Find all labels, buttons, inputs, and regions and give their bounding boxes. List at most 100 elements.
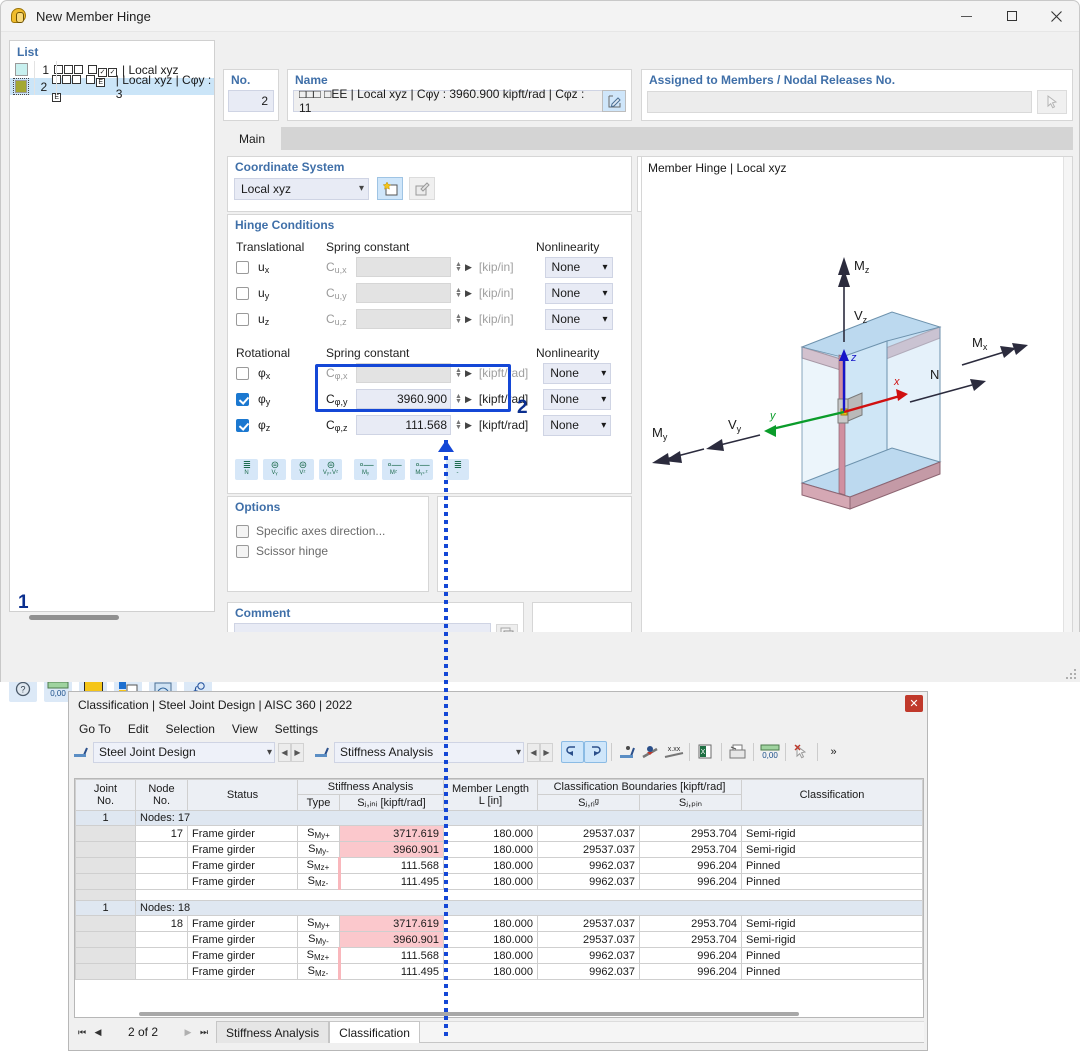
next-result-icon[interactable] (584, 741, 607, 763)
print-icon[interactable] (726, 741, 749, 763)
expand-uy-icon[interactable]: ▶ (465, 288, 472, 299)
spinner-phiz[interactable]: ▲ ▼ (455, 419, 462, 431)
minimize-button[interactable] (944, 1, 989, 32)
classification-close-button[interactable]: ✕ (905, 695, 923, 712)
table-horizontal-scrollbar[interactable] (77, 1010, 917, 1018)
table-row[interactable]: Frame girder SMz- 111.495 180.000 9962.037 99… (75, 963, 923, 980)
preset-vy-button[interactable]: ⊜ Vᵧ (263, 459, 286, 480)
table-row[interactable]: Frame girder SMz+ 111.568 180.000 9962.037 99… (75, 857, 923, 874)
more-icon[interactable]: » (822, 741, 845, 763)
next-table-button[interactable]: ▶ (540, 742, 553, 762)
checkbox-phiy[interactable] (236, 392, 249, 406)
nonlinearity-ux-select[interactable]: None ▾ (544, 256, 613, 278)
maximize-button[interactable] (989, 1, 1034, 32)
table-row[interactable]: 17 Frame girder SMy+ 3717.619 180.000 29537.0… (75, 825, 923, 842)
checkbox-phix[interactable] (236, 366, 249, 380)
list-item[interactable]: 2 EE | Local xyz | Cφy : 3 (10, 73, 214, 102)
checkbox-ux[interactable] (236, 260, 249, 274)
preview-panel[interactable]: Member Hinge | Local xyz z x y Mz Vz N M… (641, 156, 1073, 653)
hinge-list[interactable]: 1 ✓ ✓ | Local xyz 2 EE | Local xyz | Cφy … (10, 61, 214, 102)
svg-text:0,00: 0,00 (50, 689, 66, 698)
resize-grip[interactable] (1066, 669, 1076, 679)
tab-classification[interactable]: Classification (329, 1021, 420, 1043)
new-coordinate-system-icon[interactable] (377, 177, 403, 200)
cell-member-length: 180.000 (443, 857, 538, 874)
spinner-uy[interactable]: ▲ ▼ (455, 287, 462, 299)
table-row[interactable]: Frame girder SMz+ 111.568 180.000 9962.037 99… (75, 947, 923, 964)
preset-none-button[interactable]: ≣ - (446, 459, 469, 480)
number-label: No. (231, 73, 251, 87)
close-button[interactable] (1034, 1, 1079, 32)
spring-constant-uy[interactable] (356, 283, 451, 303)
menu-selection[interactable]: Selection (166, 722, 215, 736)
pointer-icon[interactable] (790, 741, 813, 763)
table-row[interactable]: Frame girder SMy- 3960.901 180.000 29537.037… (75, 841, 923, 858)
first-page-icon[interactable]: ⏮ (74, 1023, 90, 1041)
preset-vz-button[interactable]: ⊜ Vᶻ (291, 459, 314, 480)
next-category-button[interactable]: ▶ (291, 742, 304, 762)
checkbox-phiz[interactable] (236, 418, 249, 432)
decimals-icon[interactable]: x.xx (662, 741, 685, 763)
list-horizontal-scrollbar[interactable] (9, 612, 215, 625)
edit-name-icon[interactable] (602, 90, 626, 112)
assigned-field[interactable] (647, 91, 1032, 113)
checkbox-scissor-hinge[interactable] (236, 544, 249, 558)
list-item-glyphs: EE (52, 72, 112, 102)
menu-edit[interactable]: Edit (128, 722, 149, 736)
unit-phiz: [kipft/rad] (478, 418, 529, 432)
expand-uz-icon[interactable]: ▶ (465, 314, 472, 325)
menu-go-to[interactable]: Go To (79, 722, 111, 736)
option-scissor-hinge[interactable]: Scissor hinge (228, 541, 428, 561)
result-category-select[interactable]: Steel Joint Design ▾ (93, 741, 275, 763)
previous-result-icon[interactable] (561, 741, 584, 763)
table-row[interactable]: Frame girder SMy- 3960.901 180.000 29537.037… (75, 931, 923, 948)
nonlinearity-phiz-select[interactable]: None ▾ (543, 414, 612, 436)
checkbox-specific-axes[interactable] (236, 524, 249, 538)
last-page-icon[interactable]: ⏭ (196, 1023, 212, 1041)
table-group-row[interactable]: 1 Nodes: 17 (75, 810, 923, 826)
preset-my-button[interactable]: ∘— Mᵧ (354, 459, 377, 480)
preset-my-mz-button[interactable]: ∘— Mᵧ₊ᶻ (410, 459, 433, 480)
joint-design-icon[interactable] (616, 741, 639, 763)
number-field[interactable]: 2 (228, 90, 274, 112)
next-page-icon[interactable]: ▶ (180, 1023, 196, 1041)
graph-icon[interactable] (639, 741, 662, 763)
previous-page-icon[interactable]: ◀ (90, 1023, 106, 1041)
pick-in-model-icon[interactable] (1037, 90, 1067, 114)
table-row[interactable]: 18 Frame girder SMy+ 3717.619 180.000 29537.0… (75, 915, 923, 932)
nonlinearity-uz-select[interactable]: None ▾ (544, 308, 613, 330)
expand-ux-icon[interactable]: ▶ (465, 262, 472, 273)
tab-main[interactable]: Main (223, 127, 282, 150)
menu-settings[interactable]: Settings (275, 722, 318, 736)
nonlinearity-uy-select[interactable]: None ▾ (544, 282, 613, 304)
checkbox-uz[interactable] (236, 312, 249, 326)
spring-constant-ux[interactable] (356, 257, 451, 277)
spinner-ux[interactable]: ▲ ▼ (455, 261, 462, 273)
nonlinearity-phix-select[interactable]: None ▾ (543, 362, 612, 384)
previous-table-button[interactable]: ◀ (527, 742, 540, 762)
result-table-select[interactable]: Stiffness Analysis ▾ (334, 741, 524, 763)
menu-view[interactable]: View (232, 722, 258, 736)
name-field[interactable]: □□□ □EE | Local xyz | Cφy : 3960.900 kip… (293, 87, 602, 115)
expand-phiz-icon[interactable]: ▶ (465, 420, 472, 431)
coordinate-system-select[interactable]: Local xyz ▾ (234, 177, 369, 200)
previous-category-button[interactable]: ◀ (278, 742, 291, 762)
table-group-row[interactable]: 1 Nodes: 18 (75, 900, 923, 916)
cell-joint-no (75, 931, 136, 948)
spring-constant-uz[interactable] (356, 309, 451, 329)
option-specific-axes-direction[interactable]: Specific axes direction... (228, 521, 428, 541)
table-row[interactable]: Frame girder SMz- 111.495 180.000 9962.037 99… (75, 873, 923, 890)
spring-constant-phiz[interactable]: 111.568 (356, 415, 451, 435)
cell-sj-rig: 29537.037 (537, 931, 640, 948)
unit-uy: [kip/in] (478, 286, 514, 300)
nonlinearity-phiy-select[interactable]: None ▾ (543, 388, 612, 410)
preset-n-button[interactable]: ≣ N (235, 459, 258, 480)
edit-coordinate-system-icon[interactable] (409, 177, 435, 200)
preset-mz-button[interactable]: ∘— Mᶻ (382, 459, 405, 480)
spinner-uz[interactable]: ▲ ▼ (455, 313, 462, 325)
units-icon[interactable]: 0,00 (758, 741, 781, 763)
export-excel-icon[interactable]: X (694, 741, 717, 763)
preset-vy-vz-button[interactable]: ⊜ Vᵧ₊Vᶻ (319, 459, 342, 480)
tab-stiffness-analysis[interactable]: Stiffness Analysis (216, 1021, 330, 1043)
checkbox-uy[interactable] (236, 286, 249, 300)
